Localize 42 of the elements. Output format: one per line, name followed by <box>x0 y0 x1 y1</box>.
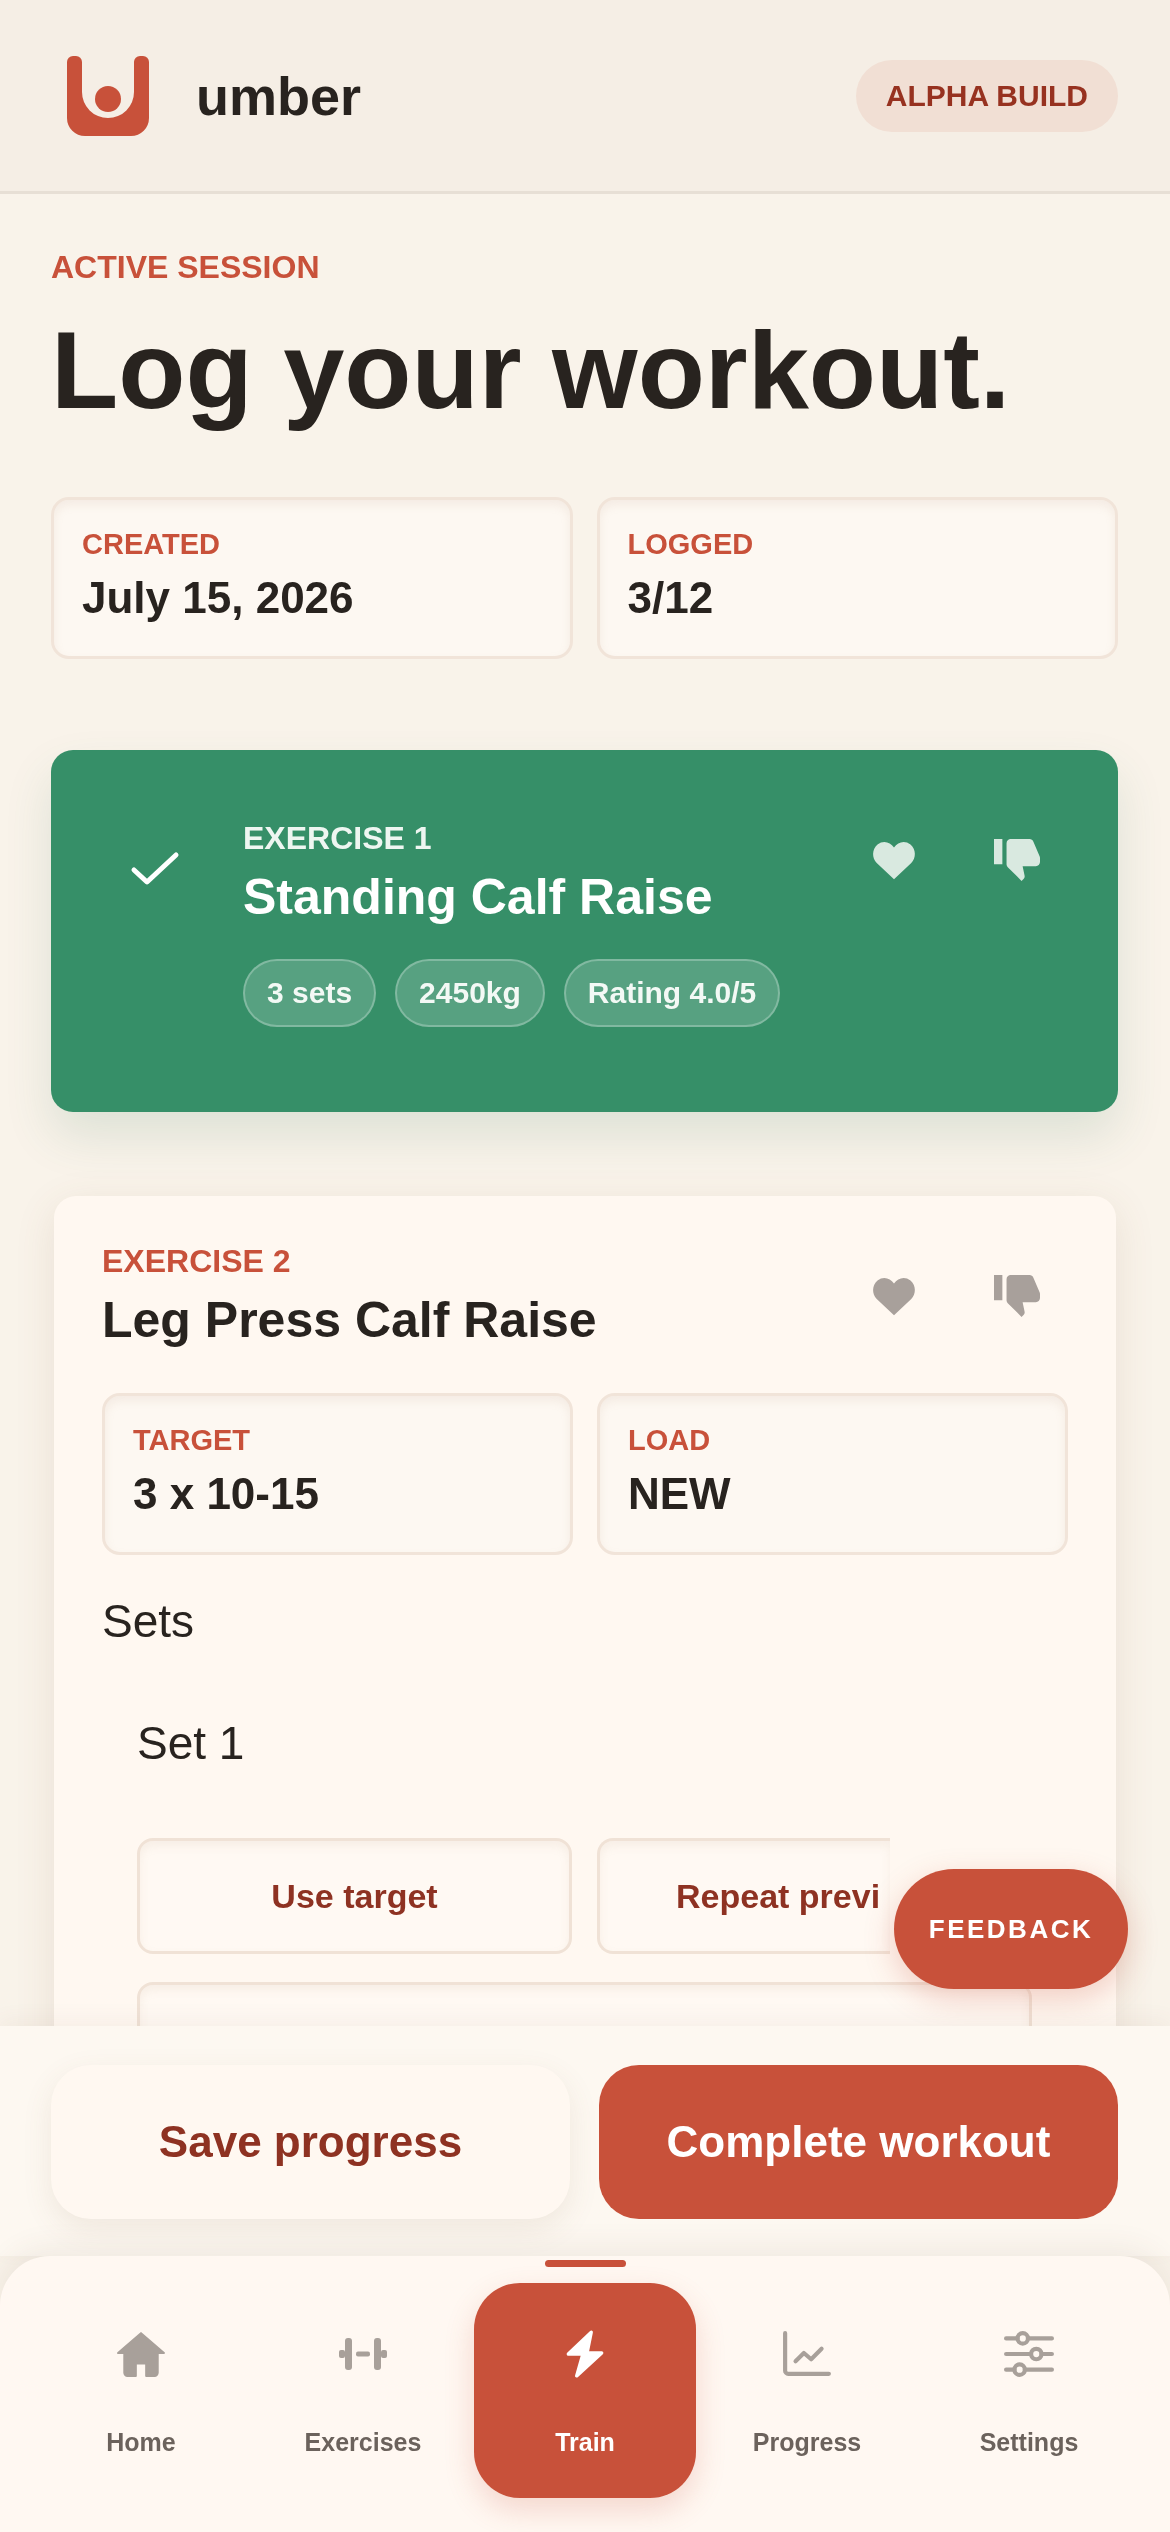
home-icon <box>116 2331 166 2377</box>
sliders-icon <box>1004 2331 1054 2377</box>
nav-tab[interactable]: Progress <box>696 2283 918 2498</box>
set-action-button[interactable]: Repeat previ <box>597 1838 890 1954</box>
exercise-name: Standing Calf Raise <box>243 868 714 927</box>
section-eyebrow: ACTIVE SESSION <box>51 248 321 286</box>
info-label: LOAD <box>628 1423 712 1458</box>
info-label: LOGGED <box>627 527 755 562</box>
summary-tag: 2450kg <box>395 959 545 1027</box>
nav-tab[interactable]: Train <box>474 2283 696 2498</box>
secondary-action-button[interactable]: Save progress <box>51 2065 570 2219</box>
logo-icon <box>67 55 149 136</box>
set-title: Set 1 <box>137 1716 246 1771</box>
summary-tag: 3 sets <box>243 959 377 1027</box>
info-value: 3/12 <box>627 572 715 624</box>
build-badge: ALPHA BUILD <box>855 59 1118 132</box>
thumbs-down-icon[interactable] <box>994 1275 1040 1317</box>
summary-tag: Rating 4.0/5 <box>563 959 781 1027</box>
feedback-button[interactable]: FEEDBACK <box>894 1869 1128 1989</box>
info-value: 3 x 10-15 <box>133 1468 320 1520</box>
dumbbell-icon <box>339 2338 387 2370</box>
page-title: Log your workout. <box>51 310 1012 429</box>
nav-tab[interactable]: Exercises <box>252 2283 474 2498</box>
exercise-number: EXERCISE 2 <box>102 1242 292 1280</box>
set-action-button[interactable]: Use target <box>137 1838 572 1954</box>
brand-name: umber <box>196 64 362 128</box>
thumbs-down-icon[interactable] <box>994 839 1040 881</box>
nav-tab[interactable]: Settings <box>918 2283 1140 2498</box>
line-chart-icon <box>782 2331 832 2377</box>
check-icon <box>130 851 180 887</box>
primary-action-button[interactable]: Complete workout <box>599 2065 1118 2219</box>
info-label: TARGET <box>133 1423 252 1458</box>
lightning-icon <box>565 2330 605 2378</box>
exercise-name: Leg Press Calf Raise <box>102 1291 598 1350</box>
info-value: NEW <box>628 1468 732 1520</box>
nav-tab[interactable]: Home <box>30 2283 252 2498</box>
info-label: CREATED <box>82 527 222 562</box>
info-value: July 15, 2026 <box>82 572 355 624</box>
heart-icon[interactable] <box>871 1275 917 1317</box>
exercise-number: EXERCISE 1 <box>243 819 433 857</box>
heart-icon[interactable] <box>871 839 917 881</box>
sets-heading: Sets <box>102 1594 196 1649</box>
